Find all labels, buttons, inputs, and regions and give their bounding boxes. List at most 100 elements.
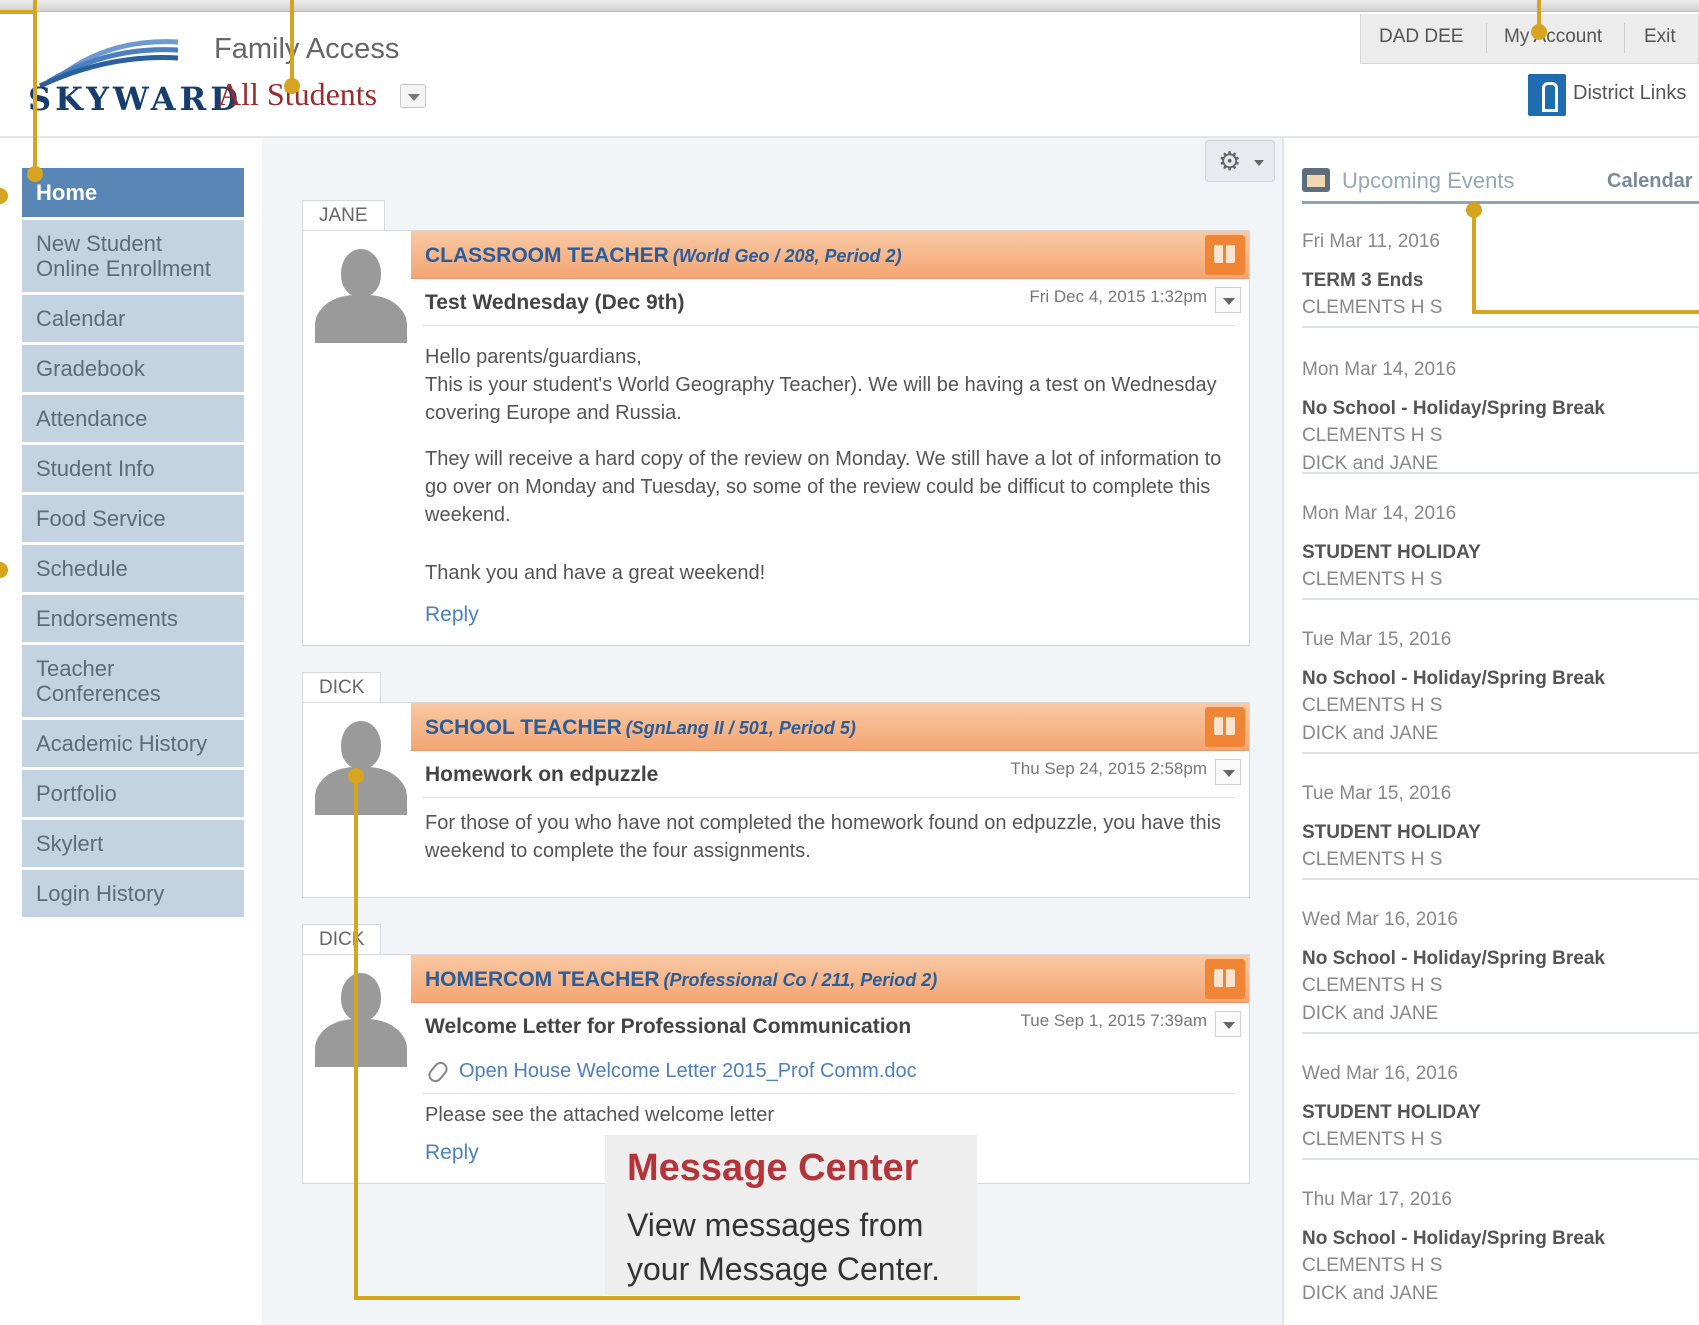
callout-text: View messages from your Message Center. bbox=[627, 1207, 941, 1287]
event-item[interactable]: Mon Mar 14, 2016 No School - Holiday/Spr… bbox=[1302, 346, 1699, 474]
event-title: STUDENT HOLIDAY bbox=[1302, 822, 1481, 843]
event-school: CLEMENTS H S bbox=[1302, 849, 1443, 870]
message-date: Thu Sep 24, 2015 2:58pm bbox=[1010, 759, 1207, 778]
sidebar-item-portfolio[interactable]: Portfolio bbox=[22, 770, 244, 820]
divider bbox=[423, 797, 1235, 798]
message-center-callout: Message Center View messages from your M… bbox=[605, 1135, 977, 1295]
avatar-placeholder-icon bbox=[311, 243, 411, 343]
event-date: Fri Mar 11, 2016 bbox=[1302, 231, 1440, 252]
message-paragraph: For those of you who have not completed … bbox=[425, 812, 1222, 862]
chevron-down-icon bbox=[1223, 298, 1235, 305]
sidebar-item-academic-history[interactable]: Academic History bbox=[22, 720, 244, 770]
student-tab: DICK bbox=[302, 924, 382, 954]
sidebar-item-new-student-enrollment[interactable]: New Student Online Enrollment bbox=[22, 220, 244, 295]
event-date: Wed Mar 16, 2016 bbox=[1302, 1063, 1458, 1084]
sidebar-item-gradebook[interactable]: Gradebook bbox=[22, 345, 244, 395]
message-subject: Welcome Letter for Professional Communic… bbox=[425, 1015, 912, 1038]
sidebar-item-attendance[interactable]: Attendance bbox=[22, 395, 244, 445]
chevron-down-icon bbox=[1223, 1022, 1235, 1029]
message-menu-button[interactable] bbox=[1215, 287, 1241, 313]
attachment-filename: Open House Welcome Letter 2015_Prof Comm… bbox=[459, 1060, 917, 1082]
exit-link[interactable]: Exit bbox=[1644, 26, 1676, 48]
event-item[interactable]: Thu Mar 17, 2016 No School - Holiday/Spr… bbox=[1302, 1176, 1699, 1314]
message-sender[interactable]: HOMERCOM TEACHER (Professional Co / 211, … bbox=[425, 968, 937, 992]
course-info: (Professional Co / 211, Period 2) bbox=[663, 970, 938, 990]
message-date: Tue Sep 1, 2015 7:39am bbox=[1020, 1011, 1207, 1030]
sidebar-item-calendar[interactable]: Calendar bbox=[22, 295, 244, 345]
sender-name: HOMERCOM TEACHER bbox=[425, 968, 660, 991]
header: SKYWARD Family Access All Students DAD D… bbox=[0, 0, 1699, 138]
chevron-down-icon bbox=[408, 94, 420, 101]
message-subject: Homework on edpuzzle bbox=[425, 763, 659, 786]
events-title: Upcoming Events bbox=[1342, 168, 1515, 193]
book-icon[interactable] bbox=[1205, 235, 1245, 275]
student-tab: JANE bbox=[302, 200, 385, 230]
event-date: Thu Mar 17, 2016 bbox=[1302, 1189, 1452, 1210]
district-links-link[interactable]: District Links bbox=[1573, 82, 1686, 105]
separator bbox=[1624, 23, 1625, 53]
event-title: No School - Holiday/Spring Break bbox=[1302, 1228, 1605, 1249]
message-subject: Test Wednesday (Dec 9th) bbox=[425, 291, 685, 314]
reply-link[interactable]: Reply bbox=[425, 1141, 479, 1165]
sidebar-item-skylert[interactable]: Skylert bbox=[22, 820, 244, 870]
event-school: CLEMENTS H S bbox=[1302, 297, 1443, 318]
event-title: TERM 3 Ends bbox=[1302, 270, 1424, 291]
settings-button[interactable]: ⚙ bbox=[1205, 140, 1275, 182]
book-icon[interactable] bbox=[1205, 707, 1245, 747]
message-sender[interactable]: CLASSROOM TEACHER (World Geo / 208, Perio… bbox=[425, 244, 902, 268]
message-paragraph: Hello parents/guardians, This is your stu… bbox=[425, 343, 1225, 427]
event-item[interactable]: Tue Mar 15, 2016 No School - Holiday/Spr… bbox=[1302, 616, 1699, 754]
event-item[interactable]: Wed Mar 16, 2016 No School - Holiday/Spr… bbox=[1302, 896, 1699, 1034]
event-students: DICK and JANE bbox=[1302, 1283, 1439, 1304]
message-body: Hello parents/guardians, This is your stu… bbox=[425, 343, 1225, 605]
event-title: STUDENT HOLIDAY bbox=[1302, 542, 1481, 563]
event-students: DICK and JANE bbox=[1302, 1003, 1439, 1024]
event-school: CLEMENTS H S bbox=[1302, 1129, 1443, 1150]
upcoming-events-panel: Upcoming Events Calendar Fri Mar 11, 201… bbox=[1282, 138, 1699, 1325]
message-paragraph: They will receive a hard copy of the rev… bbox=[425, 448, 1222, 526]
message-menu-button[interactable] bbox=[1215, 1011, 1241, 1037]
message-menu-button[interactable] bbox=[1215, 759, 1241, 785]
event-date: Tue Mar 15, 2016 bbox=[1302, 783, 1452, 804]
event-item[interactable]: Wed Mar 16, 2016 STUDENT HOLIDAY CLEMENT… bbox=[1302, 1050, 1699, 1160]
event-school: CLEMENTS H S bbox=[1302, 569, 1443, 590]
event-item[interactable]: Mon Mar 14, 2016 STUDENT HOLIDAY CLEMENT… bbox=[1302, 490, 1699, 600]
sidebar-item-schedule[interactable]: Schedule bbox=[22, 545, 244, 595]
attachment-link[interactable]: Open House Welcome Letter 2015_Prof Comm… bbox=[425, 1058, 917, 1085]
sidebar-item-endorsements[interactable]: Endorsements bbox=[22, 595, 244, 645]
district-links-icon[interactable] bbox=[1528, 74, 1566, 116]
event-date: Tue Mar 15, 2016 bbox=[1302, 629, 1452, 650]
message-sender[interactable]: SCHOOL TEACHER (SgnLang II / 501, Period … bbox=[425, 716, 856, 740]
user-bar: DAD DEE My Account Exit bbox=[1360, 14, 1699, 64]
sender-name: SCHOOL TEACHER bbox=[425, 716, 622, 739]
avatar-placeholder-icon bbox=[311, 715, 411, 815]
annotation-line bbox=[354, 776, 358, 1300]
annotation-dot bbox=[27, 166, 43, 182]
message-body: For those of you who have not completed … bbox=[425, 809, 1225, 883]
events-header: Upcoming Events Calendar bbox=[1302, 162, 1699, 204]
reply-link[interactable]: Reply bbox=[425, 603, 479, 627]
divider bbox=[423, 1093, 1235, 1094]
event-date: Mon Mar 14, 2016 bbox=[1302, 503, 1457, 524]
event-item[interactable]: Tue Mar 15, 2016 STUDENT HOLIDAY CLEMENT… bbox=[1302, 770, 1699, 880]
calendar-link[interactable]: Calendar bbox=[1607, 170, 1693, 193]
book-icon[interactable] bbox=[1205, 959, 1245, 999]
sidebar-nav: Home New Student Online Enrollment Calen… bbox=[22, 168, 244, 920]
sidebar-item-login-history[interactable]: Login History bbox=[22, 870, 244, 920]
sidebar-item-teacher-conferences[interactable]: Teacher Conferences bbox=[22, 645, 244, 720]
my-account-link[interactable]: My Account bbox=[1504, 26, 1602, 48]
annotation-line bbox=[0, 10, 35, 14]
message-date: Fri Dec 4, 2015 1:32pm bbox=[1029, 287, 1207, 306]
sidebar-item-student-info[interactable]: Student Info bbox=[22, 445, 244, 495]
annotation-line bbox=[1472, 310, 1699, 314]
sidebar-item-food-service[interactable]: Food Service bbox=[22, 495, 244, 545]
student-dropdown-button[interactable] bbox=[400, 84, 426, 108]
logo-text: SKYWARD bbox=[28, 80, 242, 118]
annotation-dot bbox=[1531, 24, 1547, 40]
message-line: Hello parents/guardians, bbox=[425, 346, 642, 368]
event-students: DICK and JANE bbox=[1302, 453, 1439, 474]
avatar-placeholder-icon bbox=[311, 967, 411, 1067]
annotation-line bbox=[33, 0, 37, 172]
sidebar-item-home[interactable]: Home bbox=[22, 168, 244, 220]
paperclip-icon bbox=[425, 1058, 451, 1085]
